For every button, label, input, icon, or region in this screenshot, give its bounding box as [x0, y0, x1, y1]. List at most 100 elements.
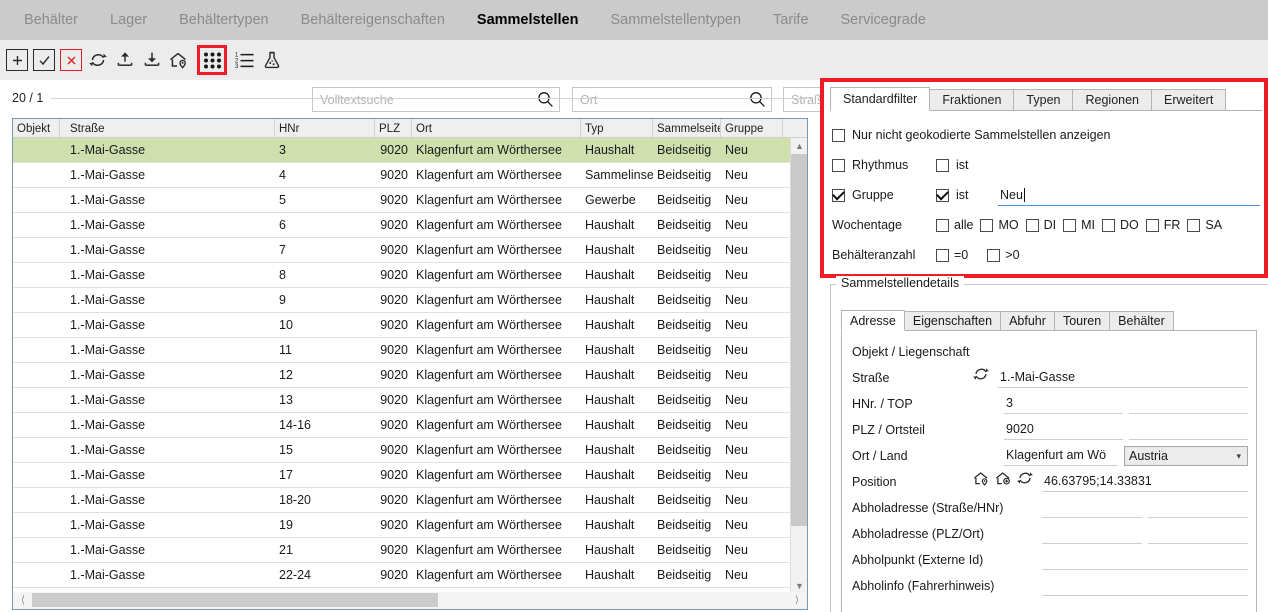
- upload-icon[interactable]: [114, 49, 136, 71]
- input-abholadresse-ort[interactable]: [1148, 524, 1248, 544]
- house-pin-add-icon[interactable]: [994, 470, 1013, 490]
- input-hnr[interactable]: 3: [1004, 394, 1123, 414]
- checkbox-gruppe[interactable]: [832, 188, 845, 202]
- input-abholpunkt[interactable]: [1042, 550, 1248, 570]
- column-header-sammelseite[interactable]: Sammelseite: [653, 119, 721, 137]
- input-objekt[interactable]: [1042, 342, 1248, 362]
- column-header-typ[interactable]: Typ: [581, 119, 653, 137]
- download-icon[interactable]: [141, 49, 163, 71]
- input-abholadresse-plz[interactable]: [1042, 524, 1142, 544]
- checkbox-ungeocoded[interactable]: [832, 128, 845, 142]
- table-row[interactable]: 1.-Mai-Gasse 17 9020 Klagenfurt am Wörthers…: [13, 463, 807, 488]
- checkbox-rhythmus-ist[interactable]: [936, 158, 949, 172]
- input-ort[interactable]: Klagenfurt am Wö: [1004, 446, 1118, 466]
- table-row[interactable]: 1.-Mai-Gasse 4 9020 Klagenfurt am Wörtherse…: [13, 163, 807, 188]
- horizontal-scroll-thumb[interactable]: [32, 593, 438, 607]
- details-row-abholinfo: Abholinfo (Fahrerhinweis): [842, 570, 1256, 596]
- nav-item-behältertypen[interactable]: Behältertypen: [163, 0, 284, 40]
- nav-item-sammelstellen[interactable]: Sammelstellen: [461, 0, 595, 40]
- table-row[interactable]: 1.-Mai-Gasse 11 9020 Klagenfurt am Wörthers…: [13, 338, 807, 363]
- filter-tab-erweitert[interactable]: Erweitert: [1151, 89, 1227, 111]
- checkbox-behaelteranzahl-gt0[interactable]: [987, 248, 1001, 262]
- vertical-scroll-thumb[interactable]: [791, 154, 807, 526]
- checkbox-wochentag-di[interactable]: [1025, 218, 1039, 232]
- table-row[interactable]: 1.-Mai-Gasse 14-16 9020 Klagenfurt am Wörth…: [13, 413, 807, 438]
- checkbox-rhythmus[interactable]: [832, 158, 845, 172]
- details-tab-abfuhr[interactable]: Abfuhr: [1000, 311, 1055, 331]
- table-row[interactable]: 1.-Mai-Gasse 21 9020 Klagenfurt am Wörthers…: [13, 538, 807, 563]
- column-header-strae[interactable]: Straße: [60, 119, 275, 137]
- table-row[interactable]: 1.-Mai-Gasse 8 9020 Klagenfurt am Wörtherse…: [13, 263, 807, 288]
- nav-item-behältereigenschaften[interactable]: Behältereigenschaften: [285, 0, 461, 40]
- details-tab-adresse[interactable]: Adresse: [841, 310, 905, 331]
- list-view-icon[interactable]: 1 2 3: [234, 49, 256, 71]
- input-top[interactable]: [1129, 394, 1248, 414]
- label-behaelteranzahl-gt0: >0: [1005, 248, 1020, 262]
- cell-hnr: 12: [279, 368, 293, 382]
- column-header-hnr[interactable]: HNr: [275, 119, 375, 137]
- input-plz[interactable]: 9020: [1004, 420, 1123, 440]
- flask-icon[interactable]: [261, 49, 283, 71]
- cell-ort: Klagenfurt am Wörthersee: [416, 318, 562, 332]
- scroll-left-icon[interactable]: ⟨: [15, 592, 31, 608]
- checkbox-behaelteranzahl-eq0[interactable]: [936, 248, 949, 262]
- column-header-ort[interactable]: Ort: [412, 119, 581, 137]
- refresh-icon[interactable]: [87, 49, 109, 71]
- input-ortsteil[interactable]: [1129, 420, 1248, 440]
- nav-item-sammelstellentypen[interactable]: Sammelstellentypen: [594, 0, 757, 40]
- table-row[interactable]: 1.-Mai-Gasse 12 9020 Klagenfurt am Wörthers…: [13, 363, 807, 388]
- input-gruppe-value[interactable]: Neu: [998, 184, 1260, 206]
- table-row[interactable]: 1.-Mai-Gasse 13 9020 Klagenfurt am Wörthers…: [13, 388, 807, 413]
- filter-tab-fraktionen[interactable]: Fraktionen: [929, 89, 1015, 111]
- table-row[interactable]: 1.-Mai-Gasse 7 9020 Klagenfurt am Wörtherse…: [13, 238, 807, 263]
- details-tab-touren[interactable]: Touren: [1053, 311, 1111, 331]
- column-header-plz[interactable]: PLZ: [375, 119, 412, 137]
- input-position[interactable]: 46.63795;14.33831: [1042, 472, 1248, 492]
- details-tab-eigenschaften[interactable]: Eigenschaften: [903, 311, 1002, 331]
- table-row[interactable]: 1.-Mai-Gasse 22-24 9020 Klagenfurt am Wörth…: [13, 563, 807, 588]
- filter-tab-regionen[interactable]: Regionen: [1072, 89, 1152, 111]
- nav-item-lager[interactable]: Lager: [94, 0, 163, 40]
- delete-icon[interactable]: [60, 49, 82, 71]
- input-rhythmus-value[interactable]: [998, 154, 1260, 176]
- select-land[interactable]: Austria ▾: [1124, 446, 1248, 466]
- nav-item-servicegrade[interactable]: Servicegrade: [825, 0, 942, 40]
- checkbox-wochentag-fr[interactable]: [1145, 218, 1159, 232]
- check-icon[interactable]: [33, 49, 55, 71]
- table-horizontal-scrollbar[interactable]: ⟨ ⟩: [12, 592, 808, 610]
- checkbox-wochentag-mo[interactable]: [980, 218, 994, 232]
- column-header-objekt[interactable]: Objekt: [13, 119, 60, 137]
- table-row[interactable]: 1.-Mai-Gasse 19 9020 Klagenfurt am Wörthers…: [13, 513, 807, 538]
- table-row[interactable]: 1.-Mai-Gasse 15 9020 Klagenfurt am Wörthers…: [13, 438, 807, 463]
- checkbox-wochentag-mi[interactable]: [1063, 218, 1077, 232]
- grid-view-icon[interactable]: [201, 49, 223, 71]
- house-pin-icon[interactable]: [972, 470, 991, 490]
- input-abholinfo[interactable]: [1042, 576, 1248, 596]
- table-row[interactable]: 1.-Mai-Gasse 6 9020 Klagenfurt am Wörtherse…: [13, 213, 807, 238]
- scroll-right-icon[interactable]: ⟩: [789, 592, 805, 608]
- table-row[interactable]: 1.-Mai-Gasse 5 9020 Klagenfurt am Wörtherse…: [13, 188, 807, 213]
- checkbox-wochentag-sa[interactable]: [1187, 218, 1201, 232]
- table-row[interactable]: 1.-Mai-Gasse 9 9020 Klagenfurt am Wörtherse…: [13, 288, 807, 313]
- column-header-gruppe[interactable]: Gruppe: [721, 119, 783, 137]
- input-abholadresse-hnr[interactable]: [1148, 498, 1248, 518]
- details-tab-behälter[interactable]: Behälter: [1109, 311, 1174, 331]
- add-icon[interactable]: [6, 49, 28, 71]
- checkbox-wochentage-alle[interactable]: [936, 218, 949, 232]
- table-row[interactable]: 1.-Mai-Gasse 10 9020 Klagenfurt am Wörthers…: [13, 313, 807, 338]
- refresh-strasse-icon[interactable]: [972, 365, 990, 386]
- input-strasse[interactable]: 1.-Mai-Gasse: [998, 368, 1248, 388]
- nav-item-behälter[interactable]: Behälter: [8, 0, 94, 40]
- checkbox-gruppe-ist[interactable]: [936, 188, 949, 202]
- geocode-house-icon[interactable]: [168, 49, 190, 71]
- filter-tab-standardfilter[interactable]: Standardfilter: [830, 87, 931, 111]
- refresh-position-icon[interactable]: [1016, 469, 1034, 490]
- input-abholadresse-strasse[interactable]: [1042, 498, 1142, 518]
- table-row[interactable]: 1.-Mai-Gasse 18-20 9020 Klagenfurt am Wörth…: [13, 488, 807, 513]
- table-vertical-scrollbar[interactable]: ▲ ▼: [790, 138, 807, 593]
- filter-tab-typen[interactable]: Typen: [1013, 89, 1074, 111]
- scroll-up-icon[interactable]: ▲: [791, 138, 807, 154]
- nav-item-tarife[interactable]: Tarife: [757, 0, 824, 40]
- table-row[interactable]: 1.-Mai-Gasse 3 9020 Klagenfurt am Wörtherse…: [13, 138, 807, 163]
- checkbox-wochentag-do[interactable]: [1102, 218, 1115, 232]
